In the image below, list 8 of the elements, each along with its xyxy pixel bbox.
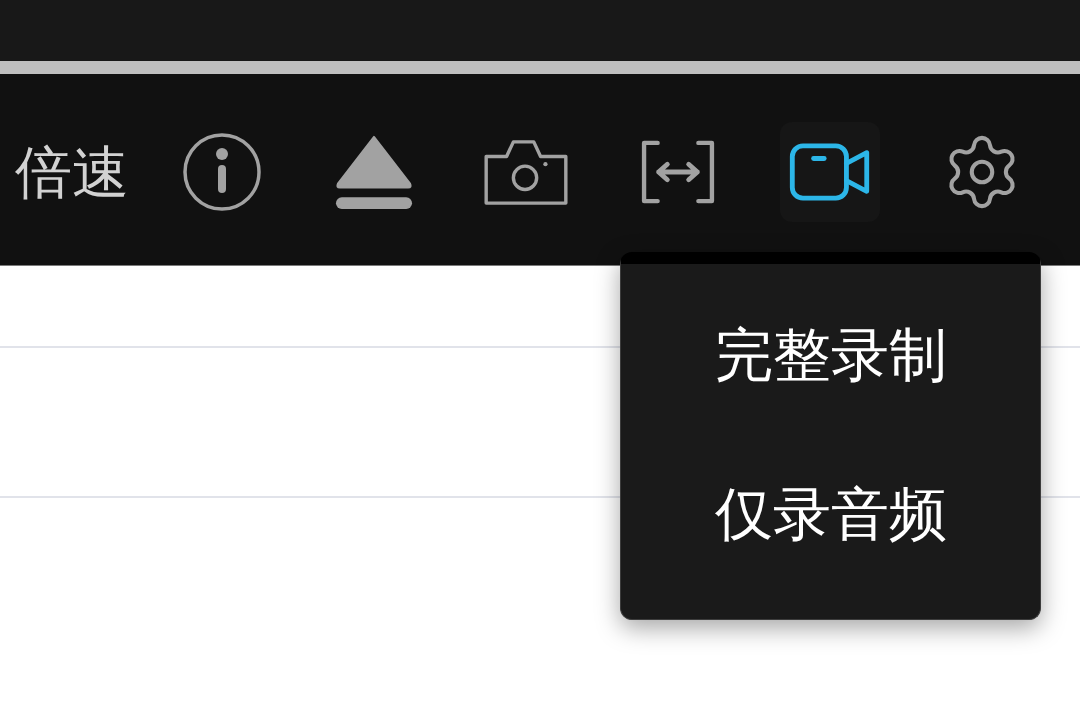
video-camera-icon [789,143,871,201]
speed-button[interactable]: 倍速 [15,143,135,201]
menu-item[interactable]: 仅录音频 [621,454,1040,574]
menu-item[interactable]: 完整录制 [621,295,1040,415]
info-icon [182,132,262,212]
eject-icon [333,133,415,211]
record-button[interactable] [780,122,880,222]
camera-icon [483,138,569,206]
